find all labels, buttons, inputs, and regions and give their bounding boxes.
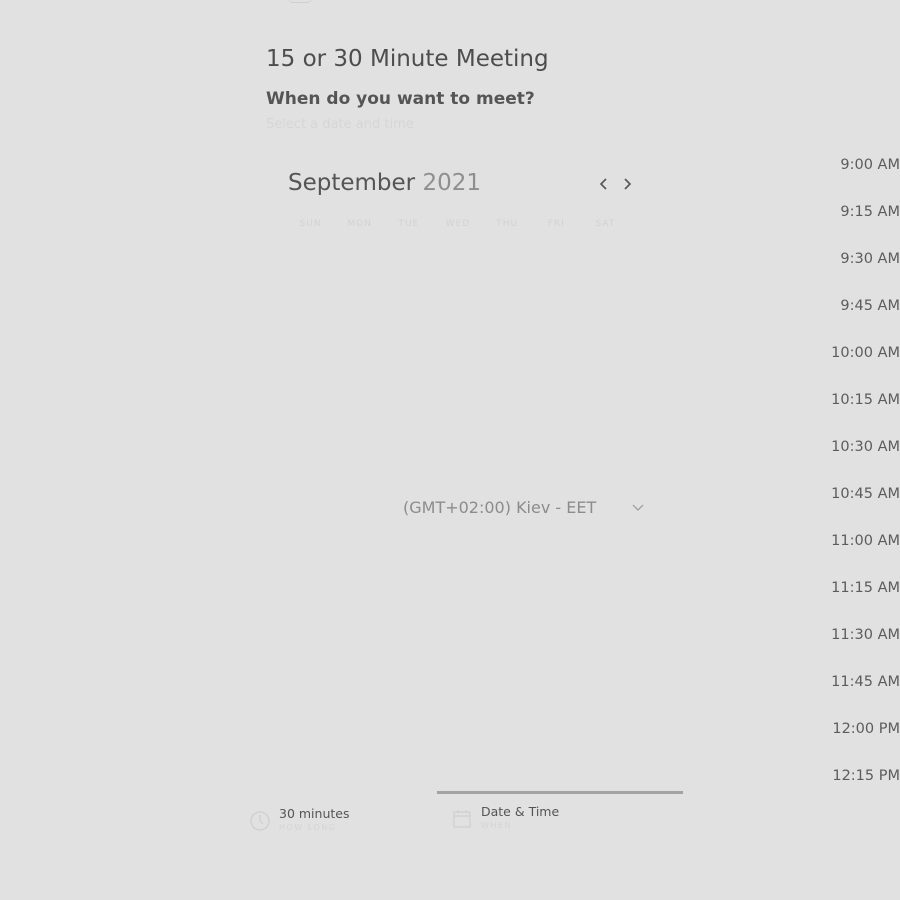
- weekday-label: FRI: [547, 219, 565, 229]
- time-slot[interactable]: 11:15 AM: [800, 576, 900, 623]
- timezone-label: (GMT+02:00) Kiev - EET: [403, 497, 597, 517]
- time-slot[interactable]: 12:00 PM: [800, 717, 900, 764]
- weekday-label: SUN: [299, 219, 322, 229]
- step-datetime-text: Date & Time WHEN: [481, 804, 559, 830]
- calendar-month-header: September 2021: [288, 170, 481, 196]
- chevron-left-icon: [599, 178, 607, 190]
- next-month-button[interactable]: [617, 172, 637, 196]
- weekday-label: SAT: [595, 219, 616, 229]
- step-duration-text: 30 minutes HOW LONG: [279, 806, 349, 832]
- step-progress-indicator: [437, 791, 683, 794]
- meeting-subtext: Select a date and time: [266, 117, 414, 132]
- time-slot[interactable]: 10:00 AM: [800, 341, 900, 388]
- time-slot[interactable]: 12:15 PM: [800, 764, 900, 811]
- time-slot[interactable]: 9:15 AM: [800, 200, 900, 247]
- chevron-right-icon: [624, 178, 632, 190]
- weekday-label: MON: [347, 219, 372, 229]
- weekday-label: TUE: [398, 219, 420, 229]
- time-slot[interactable]: 10:15 AM: [800, 388, 900, 435]
- time-slot[interactable]: 9:00 AM: [800, 153, 900, 200]
- step-datetime-title: Date & Time: [481, 804, 560, 819]
- time-slot-list: 9:00 AM 9:15 AM 9:30 AM 9:45 AM 10:00 AM…: [800, 153, 900, 811]
- time-slot[interactable]: 11:45 AM: [800, 670, 900, 717]
- step-datetime[interactable]: Date & Time WHEN: [451, 804, 559, 830]
- meeting-question: When do you want to meet?: [266, 89, 535, 109]
- weekday-header: SUN MON TUE WED THU FRI SAT: [286, 219, 630, 229]
- time-slot[interactable]: 9:45 AM: [800, 294, 900, 341]
- calendar-month: September: [288, 170, 416, 196]
- time-slot[interactable]: 10:30 AM: [800, 435, 900, 482]
- time-slot[interactable]: 9:30 AM: [800, 247, 900, 294]
- time-slot[interactable]: 11:00 AM: [800, 529, 900, 576]
- timezone-select[interactable]: (GMT+02:00) Kiev - EET: [403, 494, 645, 520]
- clock-icon: [250, 811, 270, 831]
- meeting-title: 15 or 30 Minute Meeting: [266, 46, 549, 73]
- step-duration[interactable]: 30 minutes HOW LONG: [249, 806, 349, 832]
- time-slot[interactable]: 11:30 AM: [800, 623, 900, 670]
- avatar-edge: [287, 0, 313, 3]
- step-datetime-subtitle: WHEN: [481, 821, 512, 830]
- previous-month-button[interactable]: [594, 172, 614, 196]
- step-duration-title: 30 minutes: [279, 806, 350, 821]
- weekday-label: THU: [496, 219, 519, 229]
- weekday-label: WED: [445, 219, 471, 229]
- calendar-icon: [453, 810, 471, 828]
- booking-page: 15 or 30 Minute Meeting When do you want…: [0, 0, 900, 900]
- calendar-year: 2021: [422, 170, 481, 196]
- chevron-down-icon: [632, 504, 644, 511]
- time-slot[interactable]: 10:45 AM: [800, 482, 900, 529]
- step-duration-subtitle: HOW LONG: [279, 823, 337, 832]
